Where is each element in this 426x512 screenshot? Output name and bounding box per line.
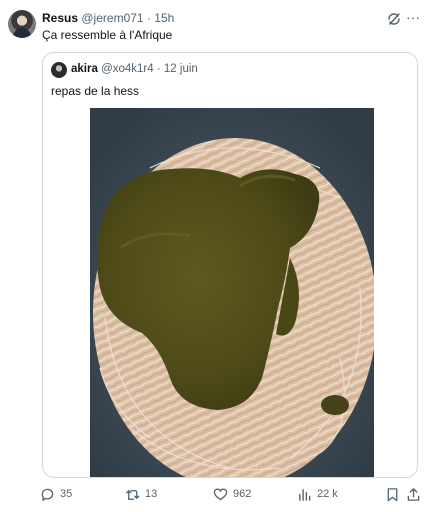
display-name[interactable]: Resus [42,11,78,25]
bookmark-button[interactable] [385,482,400,506]
quoted-tweet[interactable]: akira @xo4k1r4 · 12 juin repas de la hes… [42,52,418,478]
media-photo[interactable] [90,108,374,477]
retweet-button[interactable]: 13 [125,482,157,506]
bookmark-icon [387,487,398,501]
reply-count: 35 [60,488,73,500]
quoted-handle: @xo4k1r4 [101,63,154,75]
grok-icon[interactable] [386,11,402,27]
quoted-avatar [51,62,67,78]
tweet-header: Resus @jerem071 · 15h [42,11,174,26]
views-button[interactable]: 22 k [297,482,338,506]
user-handle[interactable]: @jerem071 [81,11,143,25]
quoted-date: 12 juin [163,63,198,75]
like-count: 962 [233,488,252,500]
retweet-count: 13 [145,488,158,500]
like-button[interactable]: 962 [213,482,251,506]
timestamp[interactable]: 15h [154,11,174,25]
views-icon [299,488,311,501]
separator: · [146,11,151,25]
tweet-text: Ça ressemble à l'Afrique [42,28,173,42]
quoted-header: akira @xo4k1r4 · 12 juin [71,62,198,77]
quoted-display-name: akira [71,63,98,75]
reply-button[interactable]: 35 [40,482,72,506]
views-count: 22 k [317,488,338,500]
spaghetti-photo [90,108,374,477]
quoted-separator: · [156,63,161,75]
share-button[interactable] [406,482,421,506]
avatar[interactable] [8,10,36,38]
action-bar: 35 13 962 22 k [0,482,426,506]
retweet-icon [126,489,140,500]
share-icon [407,487,420,501]
tweet: Resus @jerem071 · 15h ··· Ça ressemble à… [0,0,426,512]
more-icon[interactable]: ··· [406,10,420,24]
heart-icon [213,488,228,500]
quoted-text: repas de la hess [51,84,140,98]
reply-icon [41,488,54,501]
